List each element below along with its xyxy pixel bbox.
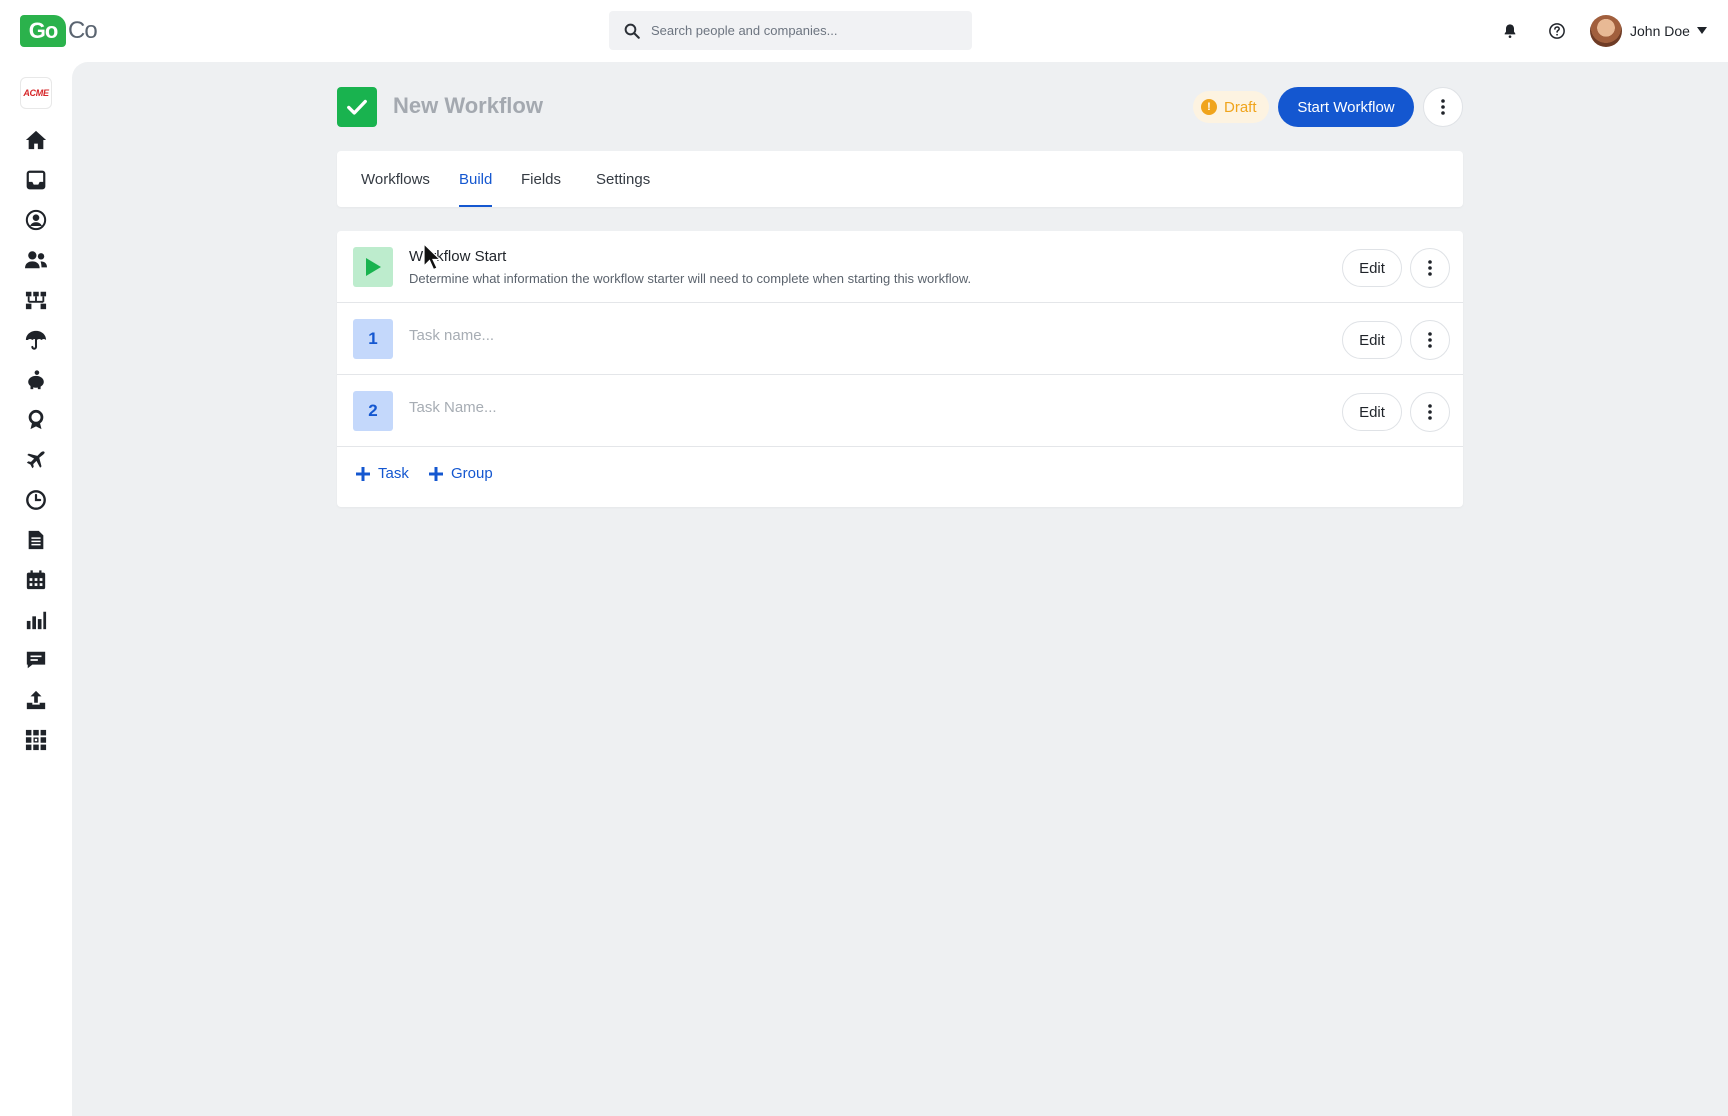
people-icon[interactable] (24, 248, 48, 272)
start-workflow-button[interactable]: Start Workflow (1278, 87, 1414, 127)
sidebar: ACME (0, 62, 72, 1116)
upload-icon[interactable] (24, 688, 48, 712)
airplane-icon[interactable] (24, 448, 48, 472)
add-group-label: Group (451, 465, 493, 482)
tab-fields[interactable]: Fields (521, 151, 561, 207)
document-icon[interactable] (24, 528, 48, 552)
search-icon (624, 23, 640, 39)
workflow-title[interactable]: New Workflow (393, 93, 543, 119)
goco-logo[interactable]: Go Co (20, 14, 98, 47)
caret-down-icon[interactable] (1697, 27, 1707, 35)
task-row[interactable]: 2 Edit (337, 375, 1463, 447)
kebab-icon (1428, 260, 1432, 276)
inbox-icon[interactable] (24, 168, 48, 192)
bar-chart-icon[interactable] (24, 608, 48, 632)
alert-icon: ! (1201, 99, 1217, 115)
status-label: Draft (1224, 98, 1257, 116)
bell-icon[interactable] (1498, 19, 1522, 43)
workflow-check-icon (337, 87, 377, 127)
org-chart-icon[interactable] (24, 288, 48, 312)
clock-icon[interactable] (24, 488, 48, 512)
company-logo[interactable]: ACME (20, 77, 52, 109)
start-more-button[interactable] (1410, 248, 1450, 288)
help-icon[interactable] (1545, 19, 1569, 43)
plus-icon (429, 466, 443, 481)
task-more-button[interactable] (1410, 320, 1450, 360)
calendar-icon[interactable] (24, 568, 48, 592)
tab-build[interactable]: Build (459, 151, 493, 207)
edit-task-button[interactable]: Edit (1342, 393, 1402, 431)
user-name[interactable]: John Doe (1630, 23, 1690, 39)
workflow-start-row[interactable]: Workflow Start Determine what informatio… (337, 231, 1463, 303)
top-bar: Go Co John Doe (0, 0, 1728, 62)
add-actions: Task Group (337, 447, 1463, 507)
logo-co: Co (68, 16, 98, 44)
edit-task-button[interactable]: Edit (1342, 321, 1402, 359)
add-task-button[interactable]: Task (355, 465, 409, 482)
workflow-start-description: Determine what information the workflow … (409, 271, 972, 286)
status-badge: ! Draft (1193, 91, 1269, 123)
task-more-button[interactable] (1410, 392, 1450, 432)
search-bar[interactable] (609, 11, 972, 50)
piggy-bank-icon[interactable] (24, 368, 48, 392)
kebab-icon (1441, 99, 1445, 115)
mouse-cursor-icon (423, 243, 442, 271)
task-number: 2 (353, 391, 393, 431)
add-group-button[interactable]: Group (428, 465, 493, 482)
task-name-input[interactable] (409, 399, 909, 416)
plus-icon (356, 466, 370, 481)
logo-go: Go (20, 14, 66, 47)
task-name-input[interactable] (409, 327, 909, 344)
tab-workflows[interactable]: Workflows (361, 151, 430, 207)
user-circle-icon[interactable] (24, 208, 48, 232)
award-icon[interactable] (24, 408, 48, 432)
workflow-steps: Workflow Start Determine what informatio… (337, 231, 1463, 507)
home-icon[interactable] (24, 128, 48, 152)
search-input[interactable] (651, 23, 951, 38)
play-icon (353, 247, 393, 287)
umbrella-icon[interactable] (24, 328, 48, 352)
tab-bar: Workflows Build Fields Settings (337, 151, 1463, 207)
main-content: New Workflow ! Draft Start Workflow Work… (72, 62, 1728, 1116)
chat-icon[interactable] (24, 648, 48, 672)
add-task-label: Task (378, 465, 409, 482)
apps-grid-icon[interactable] (24, 728, 48, 752)
task-number: 1 (353, 319, 393, 359)
edit-start-button[interactable]: Edit (1342, 249, 1402, 287)
tab-settings[interactable]: Settings (596, 151, 650, 207)
more-options-button[interactable] (1423, 87, 1463, 127)
task-row[interactable]: 1 Edit (337, 303, 1463, 375)
kebab-icon (1428, 332, 1432, 348)
avatar[interactable] (1590, 15, 1622, 47)
kebab-icon (1428, 404, 1432, 420)
